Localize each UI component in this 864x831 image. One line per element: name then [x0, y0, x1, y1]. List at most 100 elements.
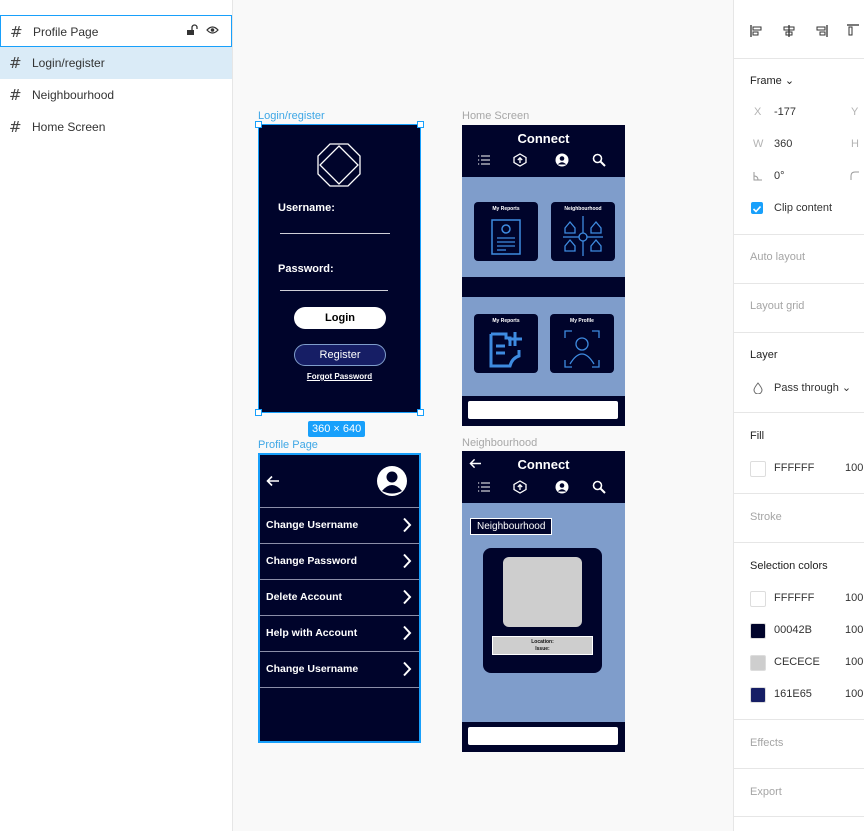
home-title: Connect: [517, 131, 570, 146]
resize-handle[interactable]: [417, 409, 424, 416]
neighbourhood-frame[interactable]: Connect Neighbourhood Location: Issue:: [462, 451, 625, 752]
login-button[interactable]: Login: [294, 307, 386, 329]
report-card[interactable]: Location: Issue:: [483, 548, 602, 673]
figma-editor: # Profile Page # Login/register # Neighb…: [0, 0, 864, 831]
neighbourhood-bottom-bar: [462, 722, 625, 752]
fill-section: Fill FFFFFF 100: [734, 412, 864, 493]
menu-change-username[interactable]: Change Username: [260, 508, 419, 544]
layer-section: Layer Pass through ⌄: [734, 332, 864, 412]
frame-title-profile[interactable]: Profile Page: [258, 439, 318, 451]
neighbourhood-bottom-input[interactable]: [468, 727, 618, 745]
color-swatch-ffffff[interactable]: [750, 591, 766, 607]
align-left-icon[interactable]: [750, 24, 764, 38]
register-button[interactable]: Register: [294, 344, 386, 366]
tile-my-profile[interactable]: My Profile: [550, 314, 614, 373]
fill-swatch[interactable]: [750, 461, 766, 477]
profile-frame[interactable]: Change Username Change Password Delete A…: [258, 453, 421, 743]
resize-handle[interactable]: [417, 121, 424, 128]
login-frame[interactable]: Username: Password: Login Register Forgo…: [258, 125, 421, 413]
home-frame[interactable]: Connect My Reports Neighbourhood My Repo…: [462, 125, 625, 426]
layer-label: Login/register: [32, 56, 105, 70]
y-label: Y: [851, 106, 859, 118]
auto-layout-section[interactable]: Auto layout: [734, 234, 864, 283]
home-header: Connect: [462, 125, 625, 177]
password-input-line[interactable]: [280, 290, 388, 291]
layout-grid-section[interactable]: Layout grid: [734, 283, 864, 332]
color-hex[interactable]: CECECE: [774, 656, 820, 668]
export-section[interactable]: Export: [734, 768, 864, 817]
rotation-input[interactable]: 0°: [774, 170, 785, 182]
align-top-icon[interactable]: [846, 24, 860, 38]
back-arrow-icon[interactable]: [266, 475, 280, 487]
layout-grid-title: Layout grid: [750, 300, 805, 312]
chevron-right-icon: [403, 517, 412, 533]
menu-change-password[interactable]: Change Password: [260, 544, 419, 580]
x-input[interactable]: -177: [774, 106, 796, 118]
username-input-line[interactable]: [280, 233, 390, 234]
list-icon[interactable]: [478, 482, 490, 492]
report-icon: [491, 219, 521, 255]
fill-hex[interactable]: FFFFFF: [774, 462, 814, 474]
layer-neighbourhood[interactable]: # Neighbourhood: [0, 79, 232, 111]
neighbourhood-icon: [563, 216, 603, 256]
tile-label: My Profile: [570, 318, 594, 324]
neighbourhood-title: Connect: [517, 457, 570, 472]
list-icon[interactable]: [478, 155, 490, 165]
align-center-icon[interactable]: [782, 24, 796, 38]
neighbourhood-tag: Neighbourhood: [470, 518, 553, 535]
color-swatch-cecece[interactable]: [750, 655, 766, 671]
resize-handle[interactable]: [255, 409, 262, 416]
checkmark-icon: [752, 205, 762, 213]
forgot-password-link[interactable]: Forgot Password: [258, 372, 421, 381]
menu-change-username-2[interactable]: Change Username: [260, 652, 419, 688]
align-right-icon[interactable]: [814, 24, 828, 38]
home-bottom-input[interactable]: [468, 401, 618, 419]
color-hex[interactable]: 161E65: [774, 688, 812, 700]
menu-delete-account[interactable]: Delete Account: [260, 580, 419, 616]
home-bottom-bar: [462, 396, 625, 426]
frame-section-title[interactable]: Frame ⌄: [750, 74, 794, 87]
canvas[interactable]: Login/register Username: Password: Login…: [233, 0, 733, 831]
avatar-icon[interactable]: [376, 465, 408, 497]
color-swatch-161e65[interactable]: [750, 687, 766, 703]
layer-home-screen[interactable]: # Home Screen: [0, 111, 232, 143]
frame-title-neighbourhood[interactable]: Neighbourhood: [462, 437, 537, 449]
x-label: X: [754, 106, 762, 118]
tile-neighbourhood[interactable]: Neighbourhood: [551, 202, 615, 261]
color-opacity[interactable]: 100: [845, 624, 863, 636]
color-swatch-00042b[interactable]: [750, 623, 766, 639]
upload-icon[interactable]: [513, 153, 527, 167]
color-opacity[interactable]: 100: [845, 656, 863, 668]
color-opacity[interactable]: 100: [845, 688, 863, 700]
tile-my-reports-2[interactable]: My Reports: [474, 314, 538, 373]
fill-opacity[interactable]: 100: [845, 462, 863, 474]
resize-handle[interactable]: [255, 121, 262, 128]
w-input[interactable]: 360: [774, 138, 792, 150]
frame-title-login[interactable]: Login/register: [258, 110, 325, 122]
chevron-right-icon: [403, 589, 412, 605]
tile-label: My Reports: [492, 318, 520, 324]
stroke-section[interactable]: Stroke: [734, 493, 864, 542]
blend-mode-select[interactable]: Pass through ⌄: [774, 381, 851, 394]
upload-icon[interactable]: [513, 480, 527, 494]
tile-my-reports[interactable]: My Reports: [474, 202, 538, 261]
layer-label: Profile Page: [33, 25, 99, 39]
frame-section: Frame ⌄ X -177 Y W 360 H 0° Clip content: [734, 58, 864, 234]
color-hex[interactable]: 00042B: [774, 624, 812, 636]
user-icon[interactable]: [555, 153, 569, 167]
menu-label: Change Password: [266, 555, 358, 567]
menu-help-with-account[interactable]: Help with Account: [260, 616, 419, 652]
user-icon[interactable]: [555, 480, 569, 494]
blend-drop-icon: [753, 382, 763, 394]
color-hex[interactable]: FFFFFF: [774, 592, 814, 604]
color-opacity[interactable]: 100: [845, 592, 863, 604]
eye-icon[interactable]: [206, 24, 219, 36]
layer-login-register[interactable]: # Login/register: [0, 47, 232, 79]
search-icon[interactable]: [592, 480, 606, 494]
clip-content-checkbox[interactable]: [751, 202, 763, 214]
layer-profile-page[interactable]: # Profile Page: [0, 15, 232, 47]
frame-title-home[interactable]: Home Screen: [462, 110, 529, 122]
search-icon[interactable]: [592, 153, 606, 167]
effects-section[interactable]: Effects: [734, 719, 864, 768]
unlock-icon[interactable]: [186, 24, 198, 36]
